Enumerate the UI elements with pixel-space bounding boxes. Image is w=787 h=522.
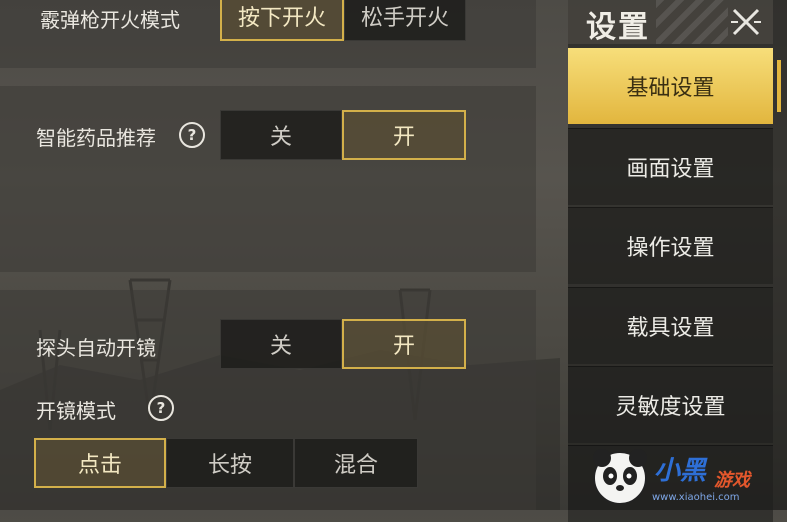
- peek-auto-scope-toggle: 关 开: [220, 319, 466, 369]
- shotgun-fire-mode-label: 霰弹枪开火模式: [40, 8, 180, 32]
- site-watermark: 小黑 游戏 www.xiaohei.com: [588, 440, 787, 510]
- scope-mixed-option[interactable]: 混合: [294, 438, 418, 488]
- panda-logo-icon: [593, 449, 647, 505]
- header-stripes: [656, 0, 728, 44]
- settings-title: 设置: [586, 10, 650, 45]
- press-to-fire-option[interactable]: 按下开火: [220, 0, 344, 41]
- peek-auto-scope-on-option[interactable]: 开: [342, 319, 466, 369]
- sidebar-item-basic[interactable]: 基础设置: [568, 48, 781, 124]
- settings-sidebar: 设置 基础设置 画面设置 操作设置 载具设置 灵敏度设置: [568, 0, 787, 522]
- scope-mode-toggle: 点击 长按 混合: [34, 438, 418, 488]
- scope-hold-option[interactable]: 长按: [166, 438, 294, 488]
- scope-tap-option[interactable]: 点击: [34, 438, 166, 488]
- sidebar-item-controls[interactable]: 操作设置: [568, 207, 773, 284]
- peek-auto-scope-label: 探头自动开镜: [36, 336, 156, 360]
- close-x-icon[interactable]: [728, 4, 764, 40]
- shotgun-fire-mode-toggle: 按下开火 松手开火: [220, 0, 466, 41]
- watermark-sub: 游戏: [714, 470, 750, 491]
- smart-medicine-on-option[interactable]: 开: [342, 110, 466, 160]
- smart-medicine-off-option[interactable]: 关: [220, 110, 342, 160]
- help-icon[interactable]: ?: [148, 395, 174, 421]
- smart-medicine-toggle: 关 开: [220, 110, 466, 160]
- sidebar-item-vehicle[interactable]: 载具设置: [568, 287, 773, 364]
- sidebar-item-sensitivity[interactable]: 灵敏度设置: [568, 366, 773, 443]
- release-to-fire-option[interactable]: 松手开火: [344, 0, 466, 41]
- peek-auto-scope-off-option[interactable]: 关: [220, 319, 342, 369]
- watermark-url: www.xiaohei.com: [652, 492, 740, 503]
- smart-medicine-label: 智能药品推荐: [36, 126, 156, 150]
- watermark-brand: 小黑: [654, 456, 707, 486]
- scope-mode-label: 开镜模式: [36, 399, 116, 423]
- sidebar-item-graphics[interactable]: 画面设置: [568, 128, 773, 205]
- help-icon[interactable]: ?: [179, 122, 205, 148]
- sidebar-header: 设置: [568, 0, 773, 45]
